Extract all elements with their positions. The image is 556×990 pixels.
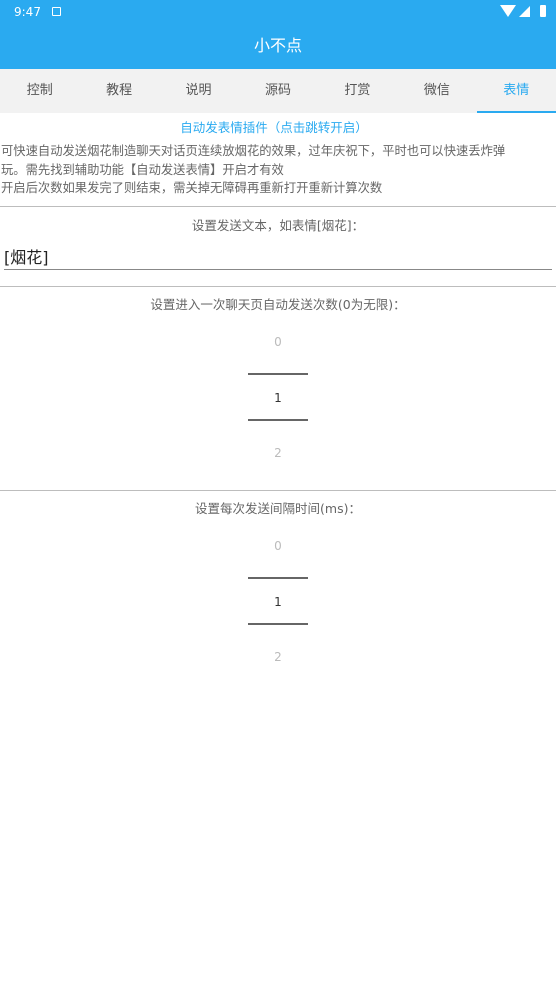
tab-wechat[interactable]: 微信 — [397, 69, 476, 113]
picker-next-value[interactable]: 2 — [248, 445, 308, 461]
send-text-input[interactable] — [4, 243, 552, 270]
status-time: 9:47 — [14, 5, 41, 19]
send-interval-picker[interactable]: 0 1 2 — [248, 534, 308, 684]
picker-selection-line — [248, 419, 308, 421]
picker-selection-line — [248, 577, 308, 579]
picker-prev-value[interactable]: 0 — [248, 334, 308, 350]
send-count-picker[interactable]: 0 1 2 — [248, 330, 308, 480]
picker-selection-line — [248, 373, 308, 375]
app-notification-icon — [52, 7, 61, 16]
tab-bar: 控制 教程 说明 源码 打赏 微信 表情 — [0, 69, 556, 113]
tab-instructions[interactable]: 说明 — [159, 69, 238, 113]
send-interval-label: 设置每次发送间隔时间(ms)： — [195, 501, 361, 516]
send-count-label: 设置进入一次聊天页自动发送次数(0为无限)： — [150, 297, 406, 312]
picker-selected-value[interactable]: 1 — [248, 594, 308, 610]
divider — [0, 206, 556, 207]
plugin-enable-link[interactable]: 自动发表情插件（点击跳转开启） — [0, 119, 548, 137]
picker-next-value[interactable]: 2 — [248, 649, 308, 665]
tab-emoji[interactable]: 表情 — [476, 69, 556, 113]
battery-icon — [540, 5, 546, 17]
wifi-icon — [500, 5, 516, 17]
description-line: 玩。需先找到辅助功能【自动发送表情】开启才有效 — [1, 162, 284, 177]
divider — [0, 490, 556, 491]
send-text-label: 设置发送文本，如表情[烟花]： — [191, 218, 365, 233]
tab-donate[interactable]: 打赏 — [318, 69, 397, 113]
picker-selection-line — [248, 623, 308, 625]
description-line: 可快速自动发送烟花制造聊天对话页连续放烟花的效果，过年庆祝下，平时也可以快速丢炸… — [1, 144, 506, 158]
status-bar: 9:47 — [0, 0, 556, 24]
tab-source-code[interactable]: 源码 — [238, 69, 317, 113]
picker-selected-value[interactable]: 1 — [248, 390, 308, 406]
picker-prev-value[interactable]: 0 — [248, 538, 308, 554]
tab-control[interactable]: 控制 — [0, 69, 79, 113]
plugin-description: 可快速自动发送烟花制造聊天对话页连续放烟花的效果，过年庆祝下，平时也可以快速丢炸… — [1, 142, 547, 198]
signal-icon — [519, 6, 530, 17]
divider — [0, 286, 556, 287]
description-line: 开启后次数如果发完了则结束，需关掉无障碍再重新打开重新计算次数 — [1, 181, 383, 195]
tab-tutorial[interactable]: 教程 — [79, 69, 158, 113]
app-bar: 小不点 — [0, 24, 556, 69]
app-title: 小不点 — [253, 36, 302, 55]
